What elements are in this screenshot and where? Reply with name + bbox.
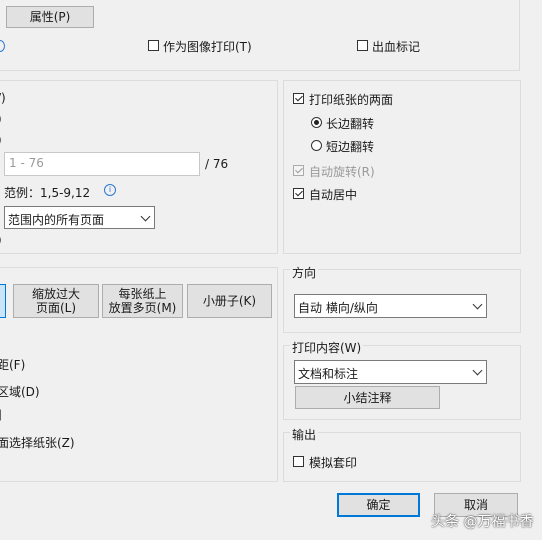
simulate-overprint-checkbox[interactable]	[293, 456, 304, 467]
simulate-overprint-label: 模拟套印	[309, 456, 358, 470]
short-edge-radio[interactable]	[311, 140, 322, 151]
bleed-marks-checkbox[interactable]	[357, 40, 368, 51]
pages-total: / 76	[205, 157, 229, 171]
both-sides-checkbox[interactable]	[293, 93, 304, 104]
option-fragment-2: )	[0, 112, 2, 126]
auto-rotate-label: 自动旋转(R)	[309, 165, 375, 179]
orientation-title: 方向	[290, 264, 319, 281]
shrink-oversized-button[interactable]: 缩放过大 页面(L)	[13, 284, 99, 318]
ok-button[interactable]: 确定	[337, 493, 420, 517]
info-icon[interactable]: i	[104, 184, 116, 196]
multiple-per-sheet-button[interactable]: 每张纸上 放置多页(M)	[102, 284, 183, 318]
booklet-button[interactable]: 小册子(K)	[187, 284, 272, 318]
multiple-per-sheet-line-1: 每张纸上	[118, 287, 167, 301]
print-as-image-checkbox[interactable]	[148, 40, 159, 51]
multiple-per-sheet-line-2: 放置多页(M)	[108, 301, 177, 315]
sizing-fragment-area: 区域(D)	[0, 385, 40, 399]
subset-select-value: 范围内的所有页面	[8, 213, 105, 227]
option-fragment-1: /)	[0, 91, 6, 105]
fit-button-selected[interactable]	[0, 284, 6, 318]
option-fragment-3: )	[0, 133, 2, 147]
option-fragment-4: )	[0, 233, 2, 247]
output-title: 输出	[290, 426, 319, 443]
shrink-oversized-line-1: 缩放过大	[31, 287, 80, 301]
sizing-fragment-bar: ]	[0, 408, 2, 422]
auto-rotate-checkbox[interactable]	[293, 165, 304, 176]
bleed-marks-label: 出血标记	[372, 40, 421, 54]
pages-input[interactable]: 1 - 76	[4, 152, 200, 176]
watermark-text: 头条 @万福书香	[431, 514, 534, 530]
orientation-select[interactable]: 自动 横向/纵向	[294, 294, 487, 318]
orientation-select-value: 自动 横向/纵向	[298, 301, 378, 315]
both-sides-label: 打印纸张的两面	[309, 93, 394, 107]
print-content-title: 打印内容(W)	[290, 339, 364, 356]
chevron-down-icon	[140, 211, 151, 222]
print-content-select[interactable]: 文档和标注	[294, 360, 487, 384]
auto-center-checkbox[interactable]	[293, 188, 304, 199]
shrink-oversized-line-2: 页面(L)	[35, 301, 77, 315]
auto-center-label: 自动居中	[309, 188, 358, 202]
subset-select[interactable]: 范围内的所有页面	[4, 206, 155, 229]
properties-button[interactable]: 属性(P)	[6, 6, 94, 28]
short-edge-label: 短边翻转	[326, 140, 375, 154]
sizing-fragment-choose-paper: 面选择纸张(Z)	[0, 436, 75, 450]
range-example: 范例：1,5-9,12	[4, 186, 91, 200]
summarize-comments-button[interactable]: 小结注释	[295, 386, 440, 409]
print-as-image-label: 作为图像打印(T)	[163, 40, 252, 54]
print-content-select-value: 文档和标注	[298, 367, 359, 381]
chevron-down-icon	[472, 299, 483, 310]
long-edge-radio[interactable]	[311, 117, 322, 128]
sizing-fragment-margin: 距(F)	[0, 358, 26, 372]
long-edge-label: 长边翻转	[326, 117, 375, 131]
chevron-down-icon	[472, 365, 483, 376]
